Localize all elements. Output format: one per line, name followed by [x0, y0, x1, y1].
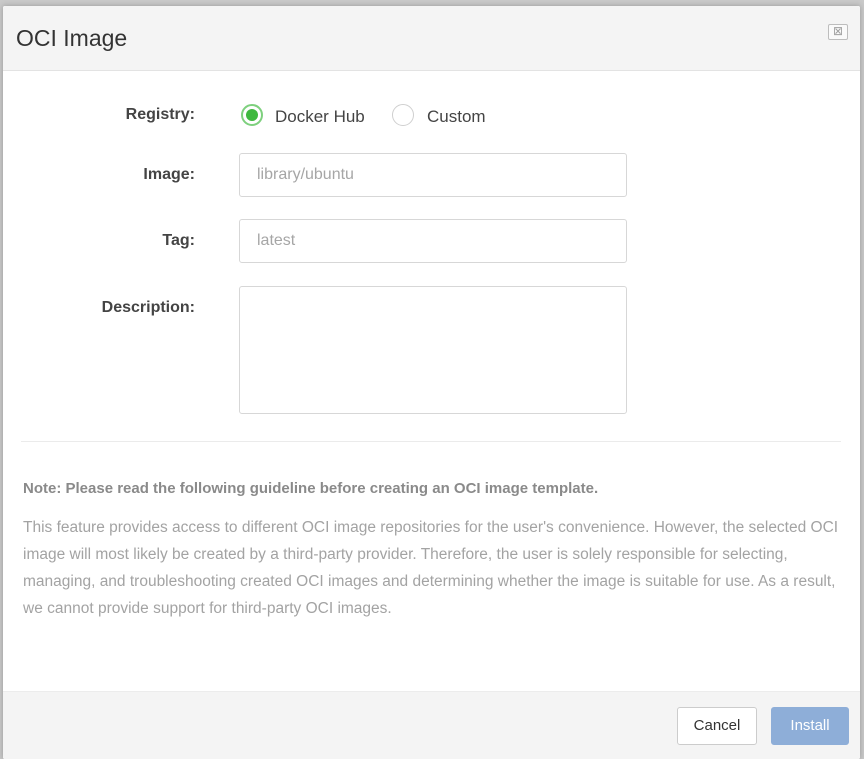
- image-input[interactable]: [239, 153, 627, 197]
- description-label: Description:: [101, 299, 195, 316]
- description-textarea[interactable]: [239, 286, 627, 414]
- registry-radio-custom[interactable]: [392, 104, 414, 126]
- registry-radio-docker-hub[interactable]: [241, 104, 263, 126]
- note-title: Note: Please read the following guidelin…: [23, 480, 599, 497]
- dialog-footer: Cancel Install: [3, 691, 860, 759]
- dialog-title: OCI Image: [16, 25, 128, 51]
- tag-input[interactable]: [239, 219, 627, 263]
- image-label: Image:: [143, 166, 195, 183]
- registry-option-custom-label[interactable]: Custom: [427, 107, 486, 127]
- registry-option-docker-hub-label[interactable]: Docker Hub: [275, 107, 365, 127]
- divider: [21, 441, 841, 442]
- note-body: This feature provides access to differen…: [23, 519, 839, 617]
- tag-label: Tag:: [162, 232, 195, 249]
- oci-image-dialog: OCI Image ⊠ Registry: Docker Hub Custom …: [3, 6, 860, 759]
- registry-label: Registry:: [125, 106, 195, 123]
- cancel-button[interactable]: Cancel: [677, 707, 757, 745]
- radio-selected-dot: [246, 109, 258, 121]
- close-icon[interactable]: ⊠: [828, 24, 848, 40]
- install-button[interactable]: Install: [771, 707, 849, 745]
- dialog-header: OCI Image ⊠: [3, 6, 860, 71]
